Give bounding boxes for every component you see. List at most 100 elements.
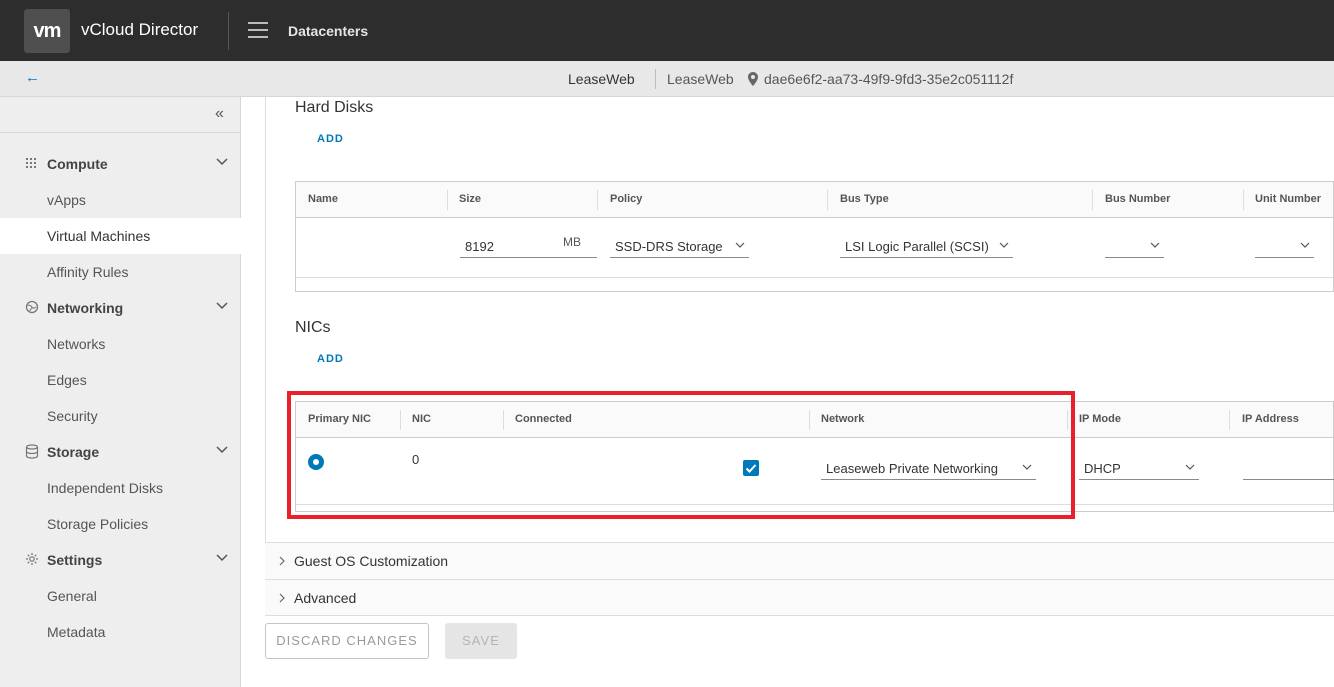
sidebar-item-networks[interactable]: Networks [0, 326, 241, 362]
disk-size-input[interactable]: 8192 MB [460, 235, 597, 258]
sidebar-group-label: Settings [47, 552, 103, 568]
sidebar-item-virtual-machines[interactable]: Virtual Machines [0, 218, 241, 254]
main-content: Hard Disks ADD Name Size Policy Bus Type… [241, 97, 1334, 687]
column-separator [447, 190, 448, 210]
chevron-down-icon [999, 242, 1009, 248]
hamburger-menu-icon[interactable] [248, 22, 268, 40]
sidebar-group-networking[interactable]: Networking [0, 290, 241, 326]
chevron-down-icon [735, 242, 745, 248]
globe-icon [25, 300, 39, 314]
back-arrow-icon[interactable]: ← [25, 69, 40, 86]
disk-bus-type-value: LSI Logic Parallel (SCSI) [845, 239, 989, 254]
sidebar-item-storage-policies[interactable]: Storage Policies [0, 506, 241, 542]
sidebar-item-security[interactable]: Security [0, 398, 241, 434]
sidebar-group-label: Networking [47, 300, 124, 316]
column-separator [1067, 410, 1068, 430]
chevron-down-icon [216, 554, 228, 562]
ip-address-input[interactable] [1243, 458, 1334, 480]
chevron-down-icon [216, 446, 228, 454]
sidebar-item-vapps[interactable]: vApps [0, 182, 241, 218]
network-value: Leaseweb Private Networking [826, 461, 998, 476]
add-hard-disk-button[interactable]: ADD [317, 133, 344, 145]
column-header-size: Size [459, 193, 482, 205]
context-bar: ← LeaseWeb LeaseWeb dae6e6f2-aa73-49f9-9… [0, 61, 1334, 97]
sidebar-item-independent-disks[interactable]: Independent Disks [0, 470, 241, 506]
gear-icon [26, 553, 38, 565]
nics-grid: Primary NIC NIC Connected Network IP Mod… [295, 401, 1334, 512]
primary-nic-radio[interactable] [308, 454, 324, 470]
chevron-down-icon [1150, 242, 1160, 248]
context-divider [655, 69, 656, 89]
connected-checkbox[interactable] [743, 460, 759, 476]
column-separator [1092, 190, 1093, 210]
database-icon [25, 444, 39, 459]
top-header: vm vCloud Director Datacenters [0, 0, 1334, 61]
column-separator [809, 410, 810, 430]
column-header-ip-mode: IP Mode [1079, 413, 1121, 425]
guest-os-customization-section[interactable]: Guest OS Customization [265, 542, 1334, 579]
sidebar-item-general[interactable]: General [0, 578, 241, 614]
sidebar-group-label: Compute [47, 156, 108, 172]
chevron-right-icon [279, 556, 285, 566]
ip-mode-value: DHCP [1084, 461, 1121, 476]
nics-title: NICs [295, 319, 331, 336]
column-separator [597, 190, 598, 210]
network-select[interactable]: Leaseweb Private Networking [821, 458, 1036, 480]
header-divider [228, 12, 229, 50]
column-header-network: Network [821, 413, 865, 425]
grid-icon [26, 158, 36, 168]
chevron-down-icon [216, 158, 228, 166]
sidebar-item-edges[interactable]: Edges [0, 362, 241, 398]
column-header-bus-type: Bus Type [840, 193, 889, 205]
hard-disks-grid: Name Size Policy Bus Type Bus Number Uni… [295, 181, 1334, 292]
chevron-right-icon [279, 593, 285, 603]
disk-unit-number-select[interactable] [1255, 236, 1314, 258]
column-separator [827, 190, 828, 210]
column-separator [1229, 410, 1230, 430]
chevron-down-icon [1022, 464, 1032, 470]
sidebar-item-affinity-rules[interactable]: Affinity Rules [0, 254, 241, 290]
advanced-label: Advanced [294, 590, 357, 606]
column-separator [1243, 190, 1244, 210]
sidebar-group-compute[interactable]: Compute [0, 146, 241, 182]
column-header-connected: Connected [515, 413, 572, 425]
column-header-ip-address: IP Address [1242, 413, 1299, 425]
guest-os-customization-label: Guest OS Customization [294, 553, 449, 569]
column-separator [400, 410, 401, 430]
disk-bus-number-select[interactable] [1105, 236, 1164, 258]
ip-mode-select[interactable]: DHCP [1079, 458, 1199, 480]
sidebar-item-metadata[interactable]: Metadata [0, 614, 241, 650]
context-vdc: LeaseWeb [667, 71, 734, 87]
hard-disks-title: Hard Disks [295, 99, 374, 116]
column-header-unit-number: Unit Number [1255, 193, 1321, 205]
location-pin-icon [748, 72, 758, 86]
checkmark-icon [745, 464, 757, 473]
app-title: vCloud Director [81, 20, 199, 39]
save-button[interactable]: SAVE [445, 623, 517, 659]
sidebar-group-storage[interactable]: Storage [0, 434, 241, 470]
column-header-nic: NIC [412, 413, 431, 425]
table-row: 8192 MB SSD-DRS Storage LSI Logic Parall… [296, 219, 1333, 278]
sidebar-group-label: Storage [47, 444, 100, 460]
collapse-sidebar-icon[interactable]: « [215, 105, 224, 123]
sidebar-group-settings[interactable]: Settings [0, 542, 241, 578]
disk-size-value: 8192 [465, 239, 494, 254]
nic-index: 0 [412, 452, 420, 467]
advanced-section[interactable]: Advanced [265, 579, 1334, 616]
column-header-bus-number: Bus Number [1105, 193, 1171, 205]
table-row: 0 Leaseweb Private Networking DHCP [296, 439, 1334, 505]
discard-changes-button[interactable]: DISCARD CHANGES [265, 623, 429, 659]
add-nic-button[interactable]: ADD [317, 353, 344, 365]
vmware-logo[interactable]: vm [24, 9, 70, 53]
column-separator [503, 410, 504, 430]
chevron-down-icon [216, 302, 228, 310]
nics-grid-header: Primary NIC NIC Connected Network IP Mod… [296, 402, 1333, 438]
column-header-name: Name [308, 193, 338, 205]
disk-policy-select[interactable]: SSD-DRS Storage [610, 236, 749, 258]
column-header-primary-nic: Primary NIC [308, 413, 371, 425]
nav-datacenters[interactable]: Datacenters [288, 23, 368, 39]
sidebar: « Compute vApps Virtual Machines Affinit… [0, 97, 241, 687]
disk-bus-type-select[interactable]: LSI Logic Parallel (SCSI) [840, 236, 1013, 258]
context-vdc-id: dae6e6f2-aa73-49f9-9fd3-35e2c051112f [764, 71, 1014, 87]
section-left-border [265, 97, 266, 616]
